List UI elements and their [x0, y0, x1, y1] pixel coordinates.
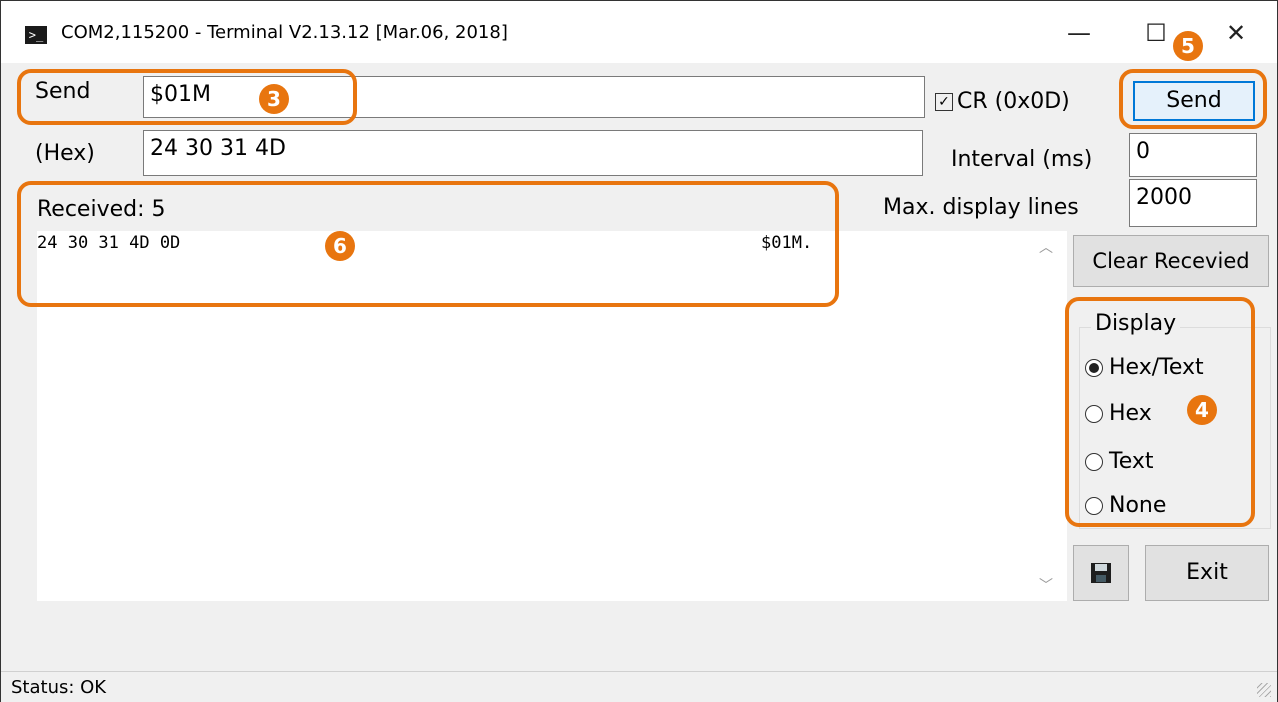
cr-checkbox[interactable]: ✓ CR (0x0D) — [935, 89, 1070, 114]
clear-received-button[interactable]: Clear Recevied — [1073, 235, 1269, 287]
max-lines-label: Max. display lines — [883, 195, 1079, 220]
received-highlight — [17, 181, 839, 307]
check-icon: ✓ — [935, 93, 953, 111]
cr-label: CR (0x0D) — [957, 89, 1070, 114]
terminal-window: >_ COM2,115200 - Terminal V2.13.12 [Mar.… — [0, 0, 1278, 702]
badge-4: 4 — [1187, 395, 1217, 425]
badge-3: 3 — [259, 84, 289, 114]
display-highlight — [1065, 297, 1255, 527]
resize-grip[interactable] — [1257, 683, 1271, 697]
close-button[interactable]: ✕ — [1213, 13, 1259, 53]
send-button-highlight — [1119, 69, 1267, 129]
status-text: Status: OK — [11, 677, 107, 698]
badge-5: 5 — [1173, 31, 1203, 61]
badge-6: 6 — [325, 231, 355, 261]
hex-label: (Hex) — [35, 141, 95, 166]
status-bar — [1, 671, 1277, 702]
terminal-icon: >_ — [25, 26, 47, 44]
send-highlight — [17, 69, 357, 125]
window-title: COM2,115200 - Terminal V2.13.12 [Mar.06,… — [61, 22, 508, 43]
interval-label: Interval (ms) — [951, 147, 1093, 172]
exit-button[interactable]: Exit — [1145, 545, 1269, 601]
hex-input[interactable]: 24 30 31 4D — [143, 130, 923, 176]
floppy-disk-icon — [1091, 563, 1111, 583]
scroll-up-icon[interactable]: ︿ — [1037, 237, 1055, 257]
title-bar: >_ COM2,115200 - Terminal V2.13.12 [Mar.… — [1, 1, 1277, 63]
scroll-down-icon[interactable]: ﹀ — [1037, 575, 1055, 595]
minimize-button[interactable]: — — [1056, 13, 1102, 53]
interval-input[interactable]: 0 — [1129, 133, 1257, 177]
max-lines-input[interactable]: 2000 — [1129, 179, 1257, 227]
save-button[interactable] — [1073, 545, 1129, 601]
